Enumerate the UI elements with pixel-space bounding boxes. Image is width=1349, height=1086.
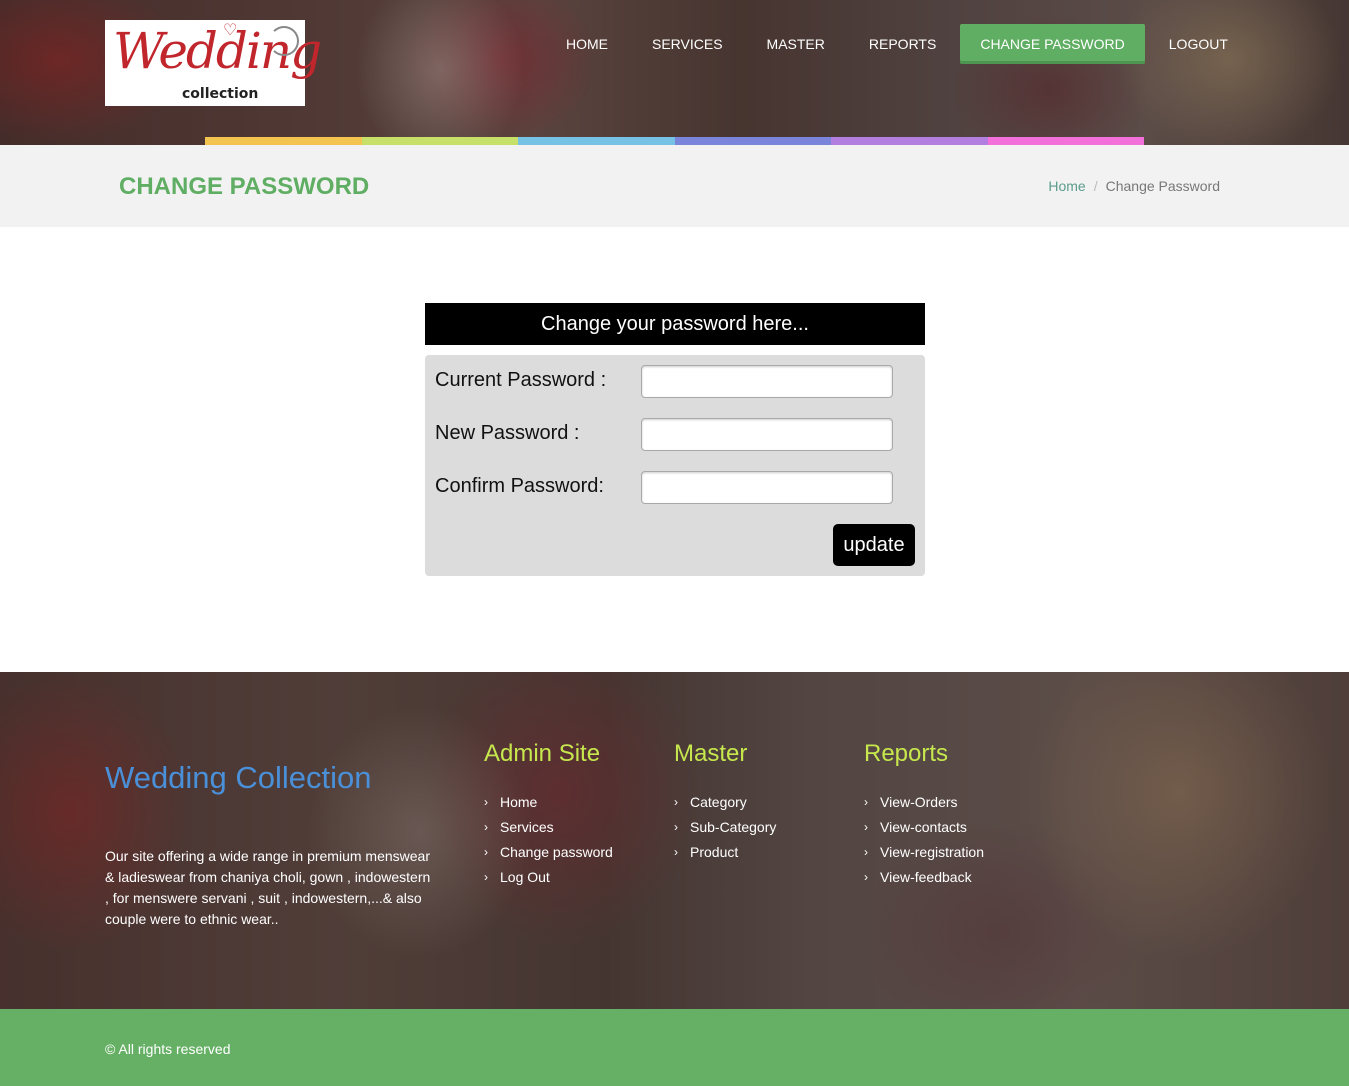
rainbow-segment: [361, 137, 518, 145]
breadcrumb: Home / Change Password: [1048, 178, 1220, 194]
chevron-right-icon: ›: [674, 795, 678, 809]
footer-link-label: View-feedback: [880, 869, 972, 885]
chevron-right-icon: ›: [864, 795, 868, 809]
nav-logout[interactable]: LOGOUT: [1147, 24, 1250, 64]
footer-column-master: Master › Category › Sub-Category › Product: [674, 740, 776, 865]
site-header: Wedding ♡ collection HOME SERVICES MASTE…: [0, 0, 1349, 145]
breadcrumb-separator: /: [1093, 178, 1098, 194]
new-password-input[interactable]: [641, 418, 893, 451]
current-password-label: Current Password :: [435, 369, 607, 391]
logo-heart-icon: ♡: [223, 22, 238, 39]
breadcrumb-current: Change Password: [1105, 178, 1220, 194]
logo-swirl-icon: [269, 26, 299, 56]
current-password-input[interactable]: [641, 365, 893, 398]
footer-link-label: Log Out: [500, 869, 550, 885]
page-title-bar: CHANGE PASSWORD Home / Change Password: [0, 145, 1349, 227]
chevron-right-icon: ›: [864, 845, 868, 859]
nav-master[interactable]: MASTER: [745, 24, 847, 64]
rainbow-segment: [831, 137, 988, 145]
footer-link-label: View-contacts: [880, 819, 967, 835]
footer-column-title: Master: [674, 740, 748, 767]
footer-link-view-contacts[interactable]: › View-contacts: [864, 815, 984, 840]
nav-services[interactable]: SERVICES: [630, 24, 745, 64]
nav-change-password[interactable]: CHANGE PASSWORD: [960, 24, 1145, 64]
footer-link-category[interactable]: › Category: [674, 790, 776, 815]
new-password-label: New Password :: [435, 422, 580, 444]
chevron-right-icon: ›: [484, 870, 488, 884]
footer-link-label: Category: [690, 794, 747, 810]
footer-link-label: View-registration: [880, 844, 985, 860]
site-footer: Wedding Collection Our site offering a w…: [0, 672, 1349, 1009]
footer-link-services[interactable]: › Services: [484, 815, 613, 840]
confirm-password-label: Confirm Password:: [435, 475, 604, 497]
copyright-bar: © All rights reserved: [0, 1009, 1349, 1086]
main-nav: HOME SERVICES MASTER REPORTS CHANGE PASS…: [544, 24, 1250, 64]
footer-link-view-feedback[interactable]: › View-feedback: [864, 865, 984, 890]
footer-link-label: Product: [690, 844, 739, 860]
page-title: CHANGE PASSWORD: [119, 173, 370, 200]
footer-column-title: Reports: [864, 740, 949, 767]
rainbow-divider: [205, 137, 1144, 145]
chevron-right-icon: ›: [864, 870, 868, 884]
chevron-right-icon: ›: [864, 820, 868, 834]
chevron-right-icon: ›: [484, 795, 488, 809]
footer-link-view-orders[interactable]: › View-Orders: [864, 790, 984, 815]
nav-reports[interactable]: REPORTS: [847, 24, 958, 64]
chevron-right-icon: ›: [674, 845, 678, 859]
copyright-text: © All rights reserved: [105, 1041, 231, 1057]
footer-column-title: Admin Site: [484, 740, 601, 767]
rainbow-segment: [205, 137, 362, 145]
confirm-password-input[interactable]: [641, 471, 893, 504]
footer-link-label: Sub-Category: [690, 819, 777, 835]
rainbow-segment: [674, 137, 831, 145]
footer-link-label: Services: [500, 819, 554, 835]
footer-column-admin-site: Admin Site › Home › Services › Change passw…: [484, 740, 613, 890]
change-password-form: Current Password : New Password : Confir…: [425, 355, 925, 576]
chevron-right-icon: ›: [484, 845, 488, 859]
footer-link-label: Home: [500, 794, 538, 810]
footer-link-product[interactable]: › Product: [674, 840, 776, 865]
chevron-right-icon: ›: [484, 820, 488, 834]
footer-link-view-registration[interactable]: › View-registration: [864, 840, 984, 865]
footer-brand: Wedding Collection: [105, 760, 372, 795]
rainbow-segment: [987, 137, 1144, 145]
footer-link-sub-category[interactable]: › Sub-Category: [674, 815, 776, 840]
site-logo[interactable]: Wedding ♡ collection: [105, 20, 322, 106]
footer-link-log-out[interactable]: › Log Out: [484, 865, 613, 890]
breadcrumb-home-link[interactable]: Home: [1048, 178, 1085, 194]
footer-link-label: Change password: [500, 844, 613, 860]
nav-home[interactable]: HOME: [544, 24, 630, 64]
logo-sub-text: collection: [182, 86, 259, 102]
chevron-right-icon: ›: [674, 820, 678, 834]
footer-link-change-password[interactable]: › Change password: [484, 840, 613, 865]
footer-about-text: Our site offering a wide range in premiu…: [105, 848, 431, 927]
form-heading: Change your password here...: [425, 303, 925, 345]
footer-column-reports: Reports › View-Orders › View-contacts › Vie…: [864, 740, 984, 890]
footer-link-label: View-Orders: [880, 794, 958, 810]
rainbow-segment: [518, 137, 675, 145]
footer-link-home[interactable]: › Home: [484, 790, 613, 815]
update-button[interactable]: update: [833, 524, 915, 566]
